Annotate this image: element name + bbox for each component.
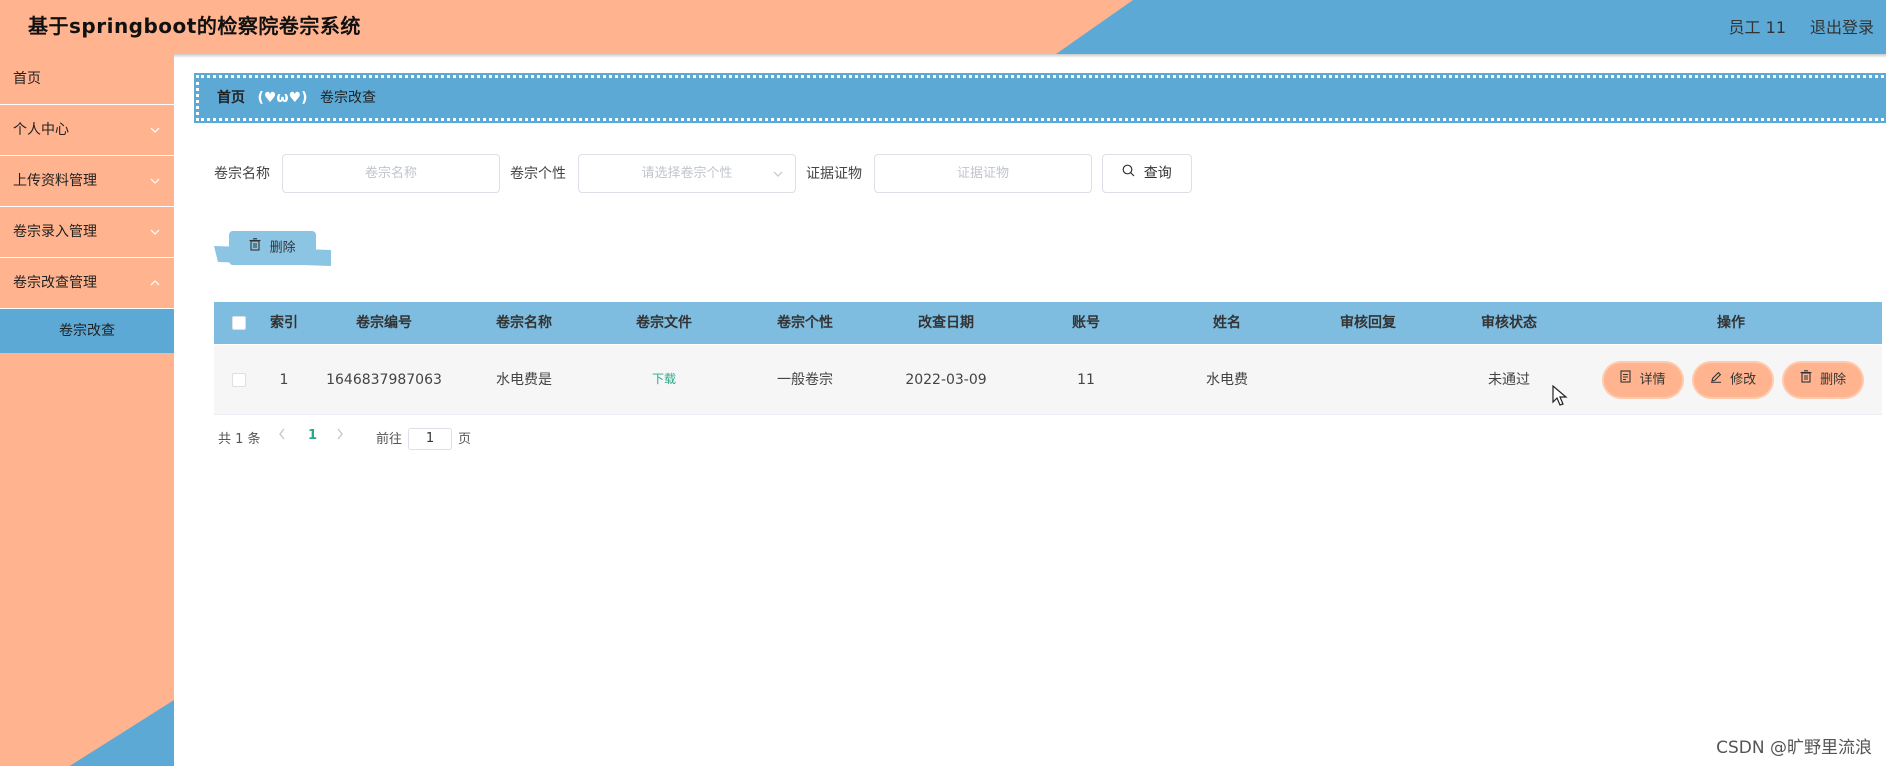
- sidebar-item-dossier-entry[interactable]: 卷宗录入管理: [0, 207, 174, 258]
- column-header-number: 卷宗编号: [356, 315, 412, 331]
- cell-date: 2022-03-09: [905, 372, 987, 388]
- detail-button[interactable]: 详情: [1604, 363, 1682, 397]
- query-button[interactable]: 查询: [1102, 154, 1192, 193]
- goto-label: 前往: [376, 432, 403, 447]
- breadcrumb-separator: (♥ω♥): [257, 90, 308, 106]
- cell-index: 1: [279, 372, 289, 388]
- current-user: 员工 11: [1728, 18, 1786, 37]
- column-header-reply: 审核回复: [1340, 315, 1396, 331]
- column-header-status: 审核状态: [1481, 315, 1537, 331]
- batch-delete-button[interactable]: 删除: [229, 231, 316, 265]
- dossier-type-select[interactable]: 请选择卷宗个性: [578, 154, 796, 193]
- top-header: 基于springboot的检察院卷宗系统 员工 11 退出登录: [0, 0, 1886, 54]
- sidebar-item-dossier-revision[interactable]: 卷宗改查管理: [0, 258, 174, 309]
- download-link[interactable]: 下载: [652, 372, 676, 386]
- sidebar-item-personal-center[interactable]: 个人中心: [0, 105, 174, 156]
- column-header-index: 索引: [270, 315, 298, 331]
- sidebar-item-upload-management[interactable]: 上传资料管理: [0, 156, 174, 207]
- breadcrumb-home[interactable]: 首页: [217, 90, 245, 106]
- search-icon: [1122, 155, 1135, 192]
- breadcrumb: 首页 (♥ω♥) 卷宗改查: [194, 73, 1886, 123]
- sidebar: 首页 个人中心 上传资料管理 卷宗录入管理 卷宗改查管理 卷宗改查: [0, 54, 174, 766]
- row-delete-button-label: 删除: [1820, 372, 1847, 388]
- edit-button[interactable]: 修改: [1694, 363, 1772, 397]
- logout-link[interactable]: 退出登录: [1810, 14, 1874, 38]
- chevron-down-icon: [150, 207, 160, 257]
- sidebar-item-label: 卷宗改查管理: [13, 275, 97, 291]
- column-header-operations: 操作: [1717, 315, 1745, 331]
- query-button-label: 查询: [1143, 165, 1172, 182]
- edit-button-label: 修改: [1730, 372, 1757, 388]
- trash-icon: [1800, 363, 1812, 397]
- edit-icon: [1710, 363, 1722, 397]
- page-suffix: 页: [458, 432, 472, 447]
- mouse-cursor-icon: [1552, 384, 1568, 411]
- table-row: 1 1646837987063 水电费是 下载 一般卷宗 2022-03-09 …: [214, 345, 1882, 415]
- row-checkbox[interactable]: [232, 373, 246, 387]
- goto-page-input[interactable]: 1: [408, 428, 452, 450]
- cell-file: 下载: [594, 345, 734, 415]
- sidebar-item-label: 个人中心: [13, 122, 69, 138]
- dossier-name-input[interactable]: 卷宗名称: [282, 154, 500, 193]
- app-title: 基于springboot的检察院卷宗系统: [28, 14, 361, 38]
- sidebar-item-label: 首页: [13, 71, 41, 87]
- sidebar-subitem-dossier-revise[interactable]: 卷宗改查: [0, 309, 174, 353]
- column-header-date: 改查日期: [918, 315, 974, 331]
- evidence-input[interactable]: 证据证物: [874, 154, 1092, 193]
- watermark: CSDN @旷野里流浪: [1716, 738, 1872, 758]
- trash-icon: [249, 231, 261, 265]
- column-header-type: 卷宗个性: [777, 315, 833, 331]
- cell-type: 一般卷宗: [777, 372, 833, 388]
- pagination-total: 共 1 条: [218, 432, 261, 447]
- chevron-down-icon: [773, 155, 783, 192]
- column-header-name: 卷宗名称: [496, 315, 552, 331]
- sidebar-item-label: 卷宗录入管理: [13, 224, 97, 240]
- cell-account: 11: [1077, 372, 1095, 388]
- column-header-person: 姓名: [1213, 315, 1241, 331]
- cell-person: 水电费: [1206, 372, 1248, 388]
- select-all-checkbox[interactable]: [232, 316, 246, 330]
- sidebar-item-home[interactable]: 首页: [0, 54, 174, 105]
- sidebar-item-label: 上传资料管理: [13, 173, 97, 189]
- chevron-down-icon: [150, 105, 160, 155]
- header-shadow: [0, 54, 1886, 58]
- breadcrumb-current: 卷宗改查: [319, 90, 376, 106]
- sidebar-corner-decoration: [69, 700, 174, 766]
- evidence-label: 证据证物: [806, 166, 862, 182]
- document-icon: [1620, 363, 1631, 397]
- cell-reply: [1298, 345, 1438, 415]
- column-header-file: 卷宗文件: [636, 315, 692, 331]
- dossier-name-label: 卷宗名称: [214, 166, 270, 182]
- next-page-icon[interactable]: [336, 428, 344, 444]
- row-delete-button[interactable]: 删除: [1784, 363, 1862, 397]
- dossier-type-placeholder: 请选择卷宗个性: [641, 166, 733, 181]
- table-header: 索引 卷宗编号 卷宗名称 卷宗文件 卷宗个性 改查日期 账号 姓名 审核回复 审…: [214, 302, 1882, 344]
- batch-delete-label: 删除: [269, 240, 296, 256]
- detail-button-label: 详情: [1639, 372, 1666, 388]
- chevron-down-icon: [150, 156, 160, 206]
- cell-name: 水电费是: [496, 372, 552, 388]
- dossier-type-label: 卷宗个性: [510, 166, 566, 182]
- cell-number: 1646837987063: [326, 372, 442, 388]
- column-header-account: 账号: [1072, 315, 1100, 331]
- page-number-current[interactable]: 1: [308, 428, 317, 443]
- chevron-up-icon: [150, 258, 160, 308]
- prev-page-icon[interactable]: [278, 428, 286, 444]
